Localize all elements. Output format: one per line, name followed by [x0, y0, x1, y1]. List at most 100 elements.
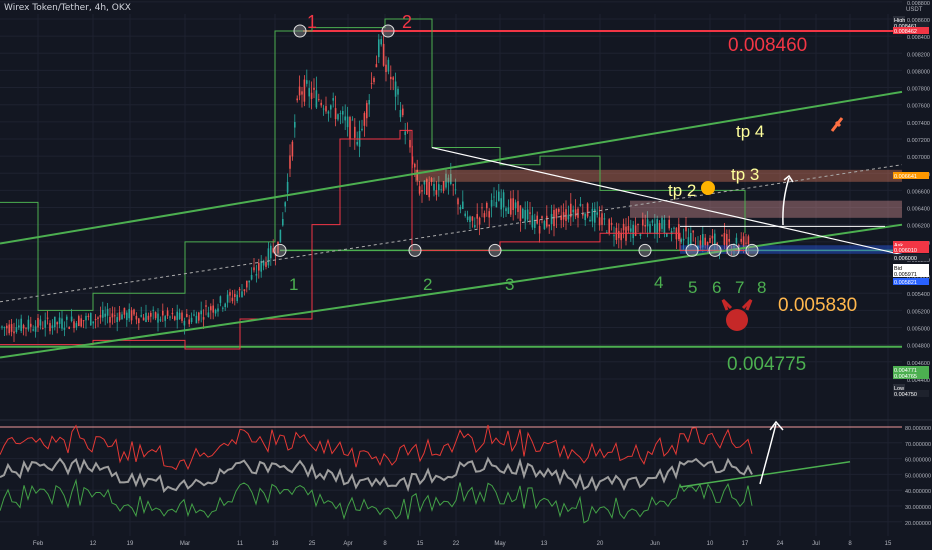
candle-body: [462, 201, 464, 209]
candle-body: [152, 309, 154, 311]
candle-body: [370, 83, 373, 84]
target-tp4: tp 4: [736, 122, 764, 141]
time-tick-13: 20: [597, 541, 604, 547]
candle-body: [142, 317, 145, 321]
price-tick-8: 0.007200: [907, 138, 930, 144]
candle-body: [339, 113, 342, 114]
candle-body: [70, 316, 73, 322]
candle-body: [58, 317, 61, 324]
candle-body: [452, 184, 454, 186]
candle-body: [3, 327, 6, 329]
candle-body: [721, 235, 723, 237]
candle-body: [25, 327, 27, 329]
candle-body: [598, 217, 601, 226]
price-tick-13: 0.006200: [907, 224, 930, 230]
price-tag-2: 0.008462: [894, 29, 917, 35]
chart-svg[interactable]: 1 21 2 3 4 5 6 7 80.0084600.0058300.004775tp 4tp…: [0, 0, 932, 550]
candle-body: [615, 227, 618, 241]
price-tick-3: 0.008200: [907, 52, 930, 58]
step-line-green: [0, 18, 746, 311]
price-tick-12: 0.006400: [907, 207, 930, 213]
touch-label-bottom-7: 7: [735, 278, 744, 297]
candle-body: [229, 292, 231, 296]
candle-body: [106, 308, 109, 316]
candle-body: [606, 232, 608, 233]
candle-body: [30, 323, 32, 327]
candle-body: [469, 216, 471, 223]
candle-body: [279, 229, 282, 243]
candle-body: [85, 315, 87, 321]
candle-body: [296, 98, 298, 101]
price-tick-7: 0.007400: [907, 121, 930, 127]
osc-tick-3: 50.000000: [905, 473, 931, 479]
level-text-support: 0.005830: [778, 295, 857, 316]
touch-label-bottom-3: 3: [505, 275, 514, 294]
candle-body: [613, 235, 615, 237]
candle-body: [248, 280, 250, 283]
candle-body: [428, 181, 430, 198]
touch-circle-top-1: [293, 24, 307, 38]
time-tick-20: 15: [885, 541, 892, 547]
candle-body: [531, 215, 534, 228]
candle-body: [351, 119, 354, 121]
candle-body: [68, 326, 70, 329]
time-tick-12: 13: [541, 541, 548, 547]
candle-body: [346, 116, 349, 128]
osc-tick-1: 70.000000: [905, 442, 931, 448]
candle-body: [502, 192, 505, 208]
candle-body: [241, 291, 243, 298]
candle-body: [709, 237, 711, 243]
price-tag-5: 0.006010: [894, 248, 917, 254]
candle-body: [349, 117, 351, 139]
candle-body: [642, 219, 644, 226]
channel-upper: [0, 90, 903, 245]
candle-body: [471, 216, 474, 221]
candle-body: [130, 310, 133, 321]
candle-body: [421, 190, 423, 192]
candle-body: [723, 233, 726, 245]
candle-body: [457, 198, 459, 205]
candle-body: [87, 315, 90, 318]
candle-body: [145, 312, 147, 322]
touch-label-bottom-5: 5: [688, 278, 697, 297]
candle-body: [18, 325, 20, 328]
price-tag-13: 0.004750: [894, 392, 917, 398]
candle-body: [109, 317, 111, 323]
candle-body: [649, 224, 651, 233]
candle-body: [226, 294, 229, 303]
candle-body: [584, 213, 586, 221]
time-tick-6: 25: [309, 541, 316, 547]
candle-body: [548, 224, 550, 227]
candle-body: [140, 315, 142, 317]
candle-body: [632, 224, 634, 239]
candle-body: [546, 215, 548, 227]
candle-body: [579, 203, 582, 206]
candle-body: [596, 212, 598, 215]
candle-body: [116, 317, 118, 322]
candle-body: [157, 313, 159, 323]
candle-body: [217, 308, 219, 312]
candle-body: [500, 198, 502, 210]
candle-body: [327, 111, 330, 114]
candle-body: [337, 114, 339, 120]
candle-body: [34, 326, 37, 332]
smiley-icon: [701, 181, 715, 195]
candle-body: [94, 319, 97, 321]
time-tick-11: May: [494, 541, 505, 547]
candle-body: [90, 313, 92, 326]
osc-tick-4: 40.000000: [905, 489, 931, 495]
level-text-top: 0.008460: [728, 35, 807, 56]
touch-label-bottom-4: 4: [654, 273, 663, 292]
candle-body: [298, 86, 301, 96]
candle-body: [73, 321, 75, 329]
candle-body: [634, 225, 637, 236]
demon-horns: [721, 298, 753, 311]
candle-body: [135, 315, 138, 320]
rocket-icon: [830, 117, 844, 132]
candle-body: [603, 218, 606, 220]
candle-body: [392, 77, 394, 80]
time-tick-7: Apr: [343, 541, 352, 547]
candle-body: [97, 317, 99, 320]
candle-body: [315, 90, 318, 108]
candle-body: [541, 216, 543, 219]
